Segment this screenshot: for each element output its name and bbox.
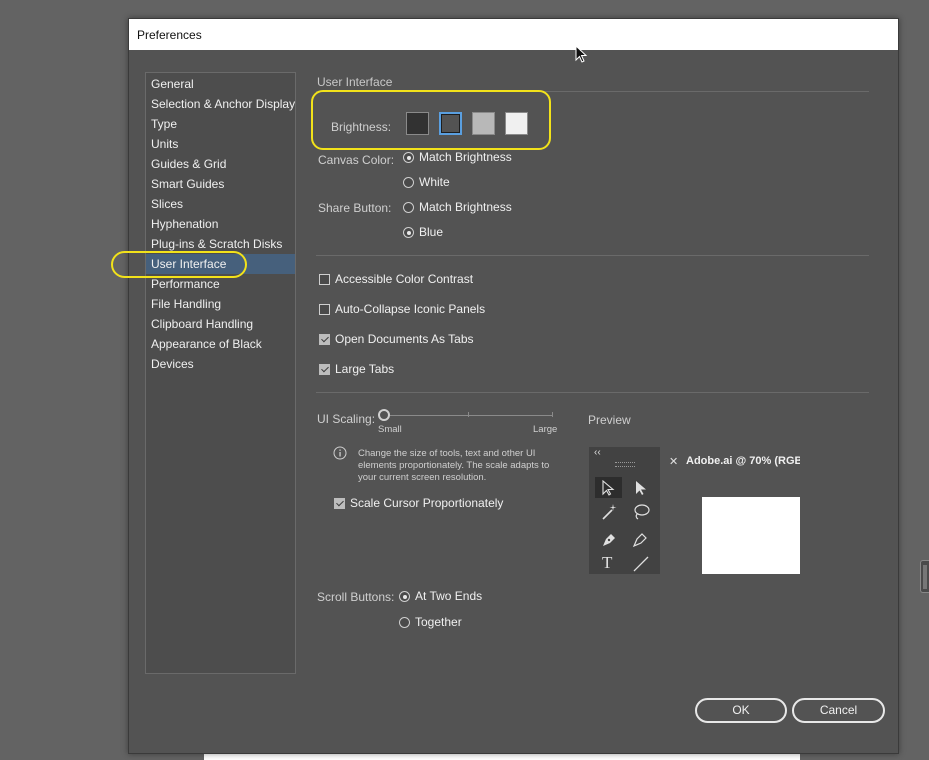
scroll-buttons-together-radio[interactable]: [399, 617, 410, 628]
ui-scaling-min-label: Small: [378, 424, 402, 435]
large-tabs-checkbox[interactable]: [319, 364, 330, 375]
preview-tab-close-icon: ✕: [669, 456, 679, 468]
sidebar-item-devices[interactable]: Devices: [146, 354, 295, 374]
canvas-color-match-brightness-radio[interactable]: [403, 152, 414, 163]
preview-panel: ‹‹ T ✕ Adobe.ai @ 70% (RGB/: [589, 447, 800, 574]
panel-collapse-handle[interactable]: [920, 560, 929, 593]
ui-scaling-info-text: Change the size of tools, text and other…: [358, 448, 550, 483]
share-button-blue-radio[interactable]: [403, 227, 414, 238]
title-bar[interactable]: Preferences: [129, 19, 898, 50]
share-button-match-brightness-label[interactable]: Match Brightness: [419, 200, 512, 214]
pen-tool-icon: [603, 534, 615, 546]
brightness-swatches: [406, 112, 530, 136]
ui-scaling-label: UI Scaling:: [317, 412, 376, 426]
auto-collapse-iconic-panels-label[interactable]: Auto-Collapse Iconic Panels: [335, 302, 485, 316]
lasso-tool-icon: [634, 504, 650, 520]
ui-scaling-max-label: Large: [533, 424, 558, 435]
selection-tool-icon: [602, 480, 615, 496]
scroll-buttons-together-label[interactable]: Together: [415, 615, 462, 629]
cancel-button[interactable]: Cancel: [792, 698, 885, 723]
scroll-buttons-at-two-ends-radio[interactable]: [399, 591, 410, 602]
accessible-color-contrast-label[interactable]: Accessible Color Contrast: [335, 272, 473, 286]
direct-selection-tool-icon: [636, 481, 646, 495]
brightness-swatch-medium-dark[interactable]: [439, 112, 462, 135]
brightness-swatch-darkest[interactable]: [406, 112, 429, 135]
preview-artboard: [702, 497, 800, 574]
preview-grip-icon: [615, 462, 635, 467]
divider-2: [316, 255, 869, 256]
window-title: Preferences: [137, 28, 202, 42]
open-documents-as-tabs-checkbox[interactable]: [319, 334, 330, 345]
share-button-blue-label[interactable]: Blue: [419, 225, 443, 239]
canvas-color-white-label[interactable]: White: [419, 175, 450, 189]
sidebar-item-general[interactable]: General: [146, 74, 295, 94]
accessible-color-contrast-checkbox[interactable]: [319, 274, 330, 285]
auto-collapse-iconic-panels-checkbox[interactable]: [319, 304, 330, 315]
large-tabs-label[interactable]: Large Tabs: [335, 362, 394, 376]
line-segment-tool-icon: [633, 556, 649, 572]
preview-tab-title: Adobe.ai @ 70% (RGB/: [686, 455, 800, 467]
canvas-color-match-brightness-label[interactable]: Match Brightness: [419, 150, 512, 164]
scroll-buttons-label: Scroll Buttons:: [317, 590, 395, 604]
divider-3: [316, 392, 869, 393]
open-documents-as-tabs-label[interactable]: Open Documents As Tabs: [335, 332, 474, 346]
sidebar-item-clipboard-handling[interactable]: Clipboard Handling: [146, 314, 295, 334]
ui-scaling-tick-mid: [468, 412, 469, 417]
ui-scaling-slider-handle[interactable]: [378, 409, 390, 421]
brightness-swatch-lightest[interactable]: [505, 112, 528, 135]
sidebar-item-smart-guides[interactable]: Smart Guides: [146, 174, 295, 194]
sidebar-selection-highlight: [111, 251, 247, 278]
magic-wand-tool-icon: [602, 504, 617, 520]
sidebar-item-file-handling[interactable]: File Handling: [146, 294, 295, 314]
sidebar-item-guides-grid[interactable]: Guides & Grid: [146, 154, 295, 174]
scale-cursor-checkbox[interactable]: [334, 498, 345, 509]
sidebar-item-units[interactable]: Units: [146, 134, 295, 154]
sidebar-item-selection-anchor-display[interactable]: Selection & Anchor Display: [146, 94, 295, 114]
mouse-cursor-icon: [575, 45, 588, 63]
sidebar-item-type[interactable]: Type: [146, 114, 295, 134]
preferences-dialog: Preferences General Selection & Anchor D…: [111, 18, 899, 754]
brightness-label: Brightness:: [331, 120, 392, 134]
share-button-match-brightness-radio[interactable]: [403, 202, 414, 213]
section-title: User Interface: [317, 75, 393, 89]
sidebar-item-slices[interactable]: Slices: [146, 194, 295, 214]
sidebar-item-hyphenation[interactable]: Hyphenation: [146, 214, 295, 234]
brightness-swatch-medium-light[interactable]: [472, 112, 495, 135]
canvas-color-label: Canvas Color:: [318, 153, 395, 167]
ok-button[interactable]: OK: [695, 698, 787, 723]
info-icon: [333, 446, 347, 460]
type-tool-icon: T: [602, 553, 613, 572]
sidebar-item-appearance-of-black[interactable]: Appearance of Black: [146, 334, 295, 354]
curvature-tool-icon: [632, 533, 647, 548]
scroll-buttons-at-two-ends-label[interactable]: At Two Ends: [415, 589, 482, 603]
share-button-label: Share Button:: [318, 201, 392, 215]
ui-scaling-tick-end: [552, 412, 553, 417]
scale-cursor-label[interactable]: Scale Cursor Proportionately: [350, 496, 503, 510]
preview-label: Preview: [588, 413, 631, 427]
preferences-sidebar: General Selection & Anchor Display Type …: [145, 72, 296, 674]
canvas-color-white-radio[interactable]: [403, 177, 414, 188]
preview-collapse-glyph: ‹‹: [594, 447, 601, 458]
